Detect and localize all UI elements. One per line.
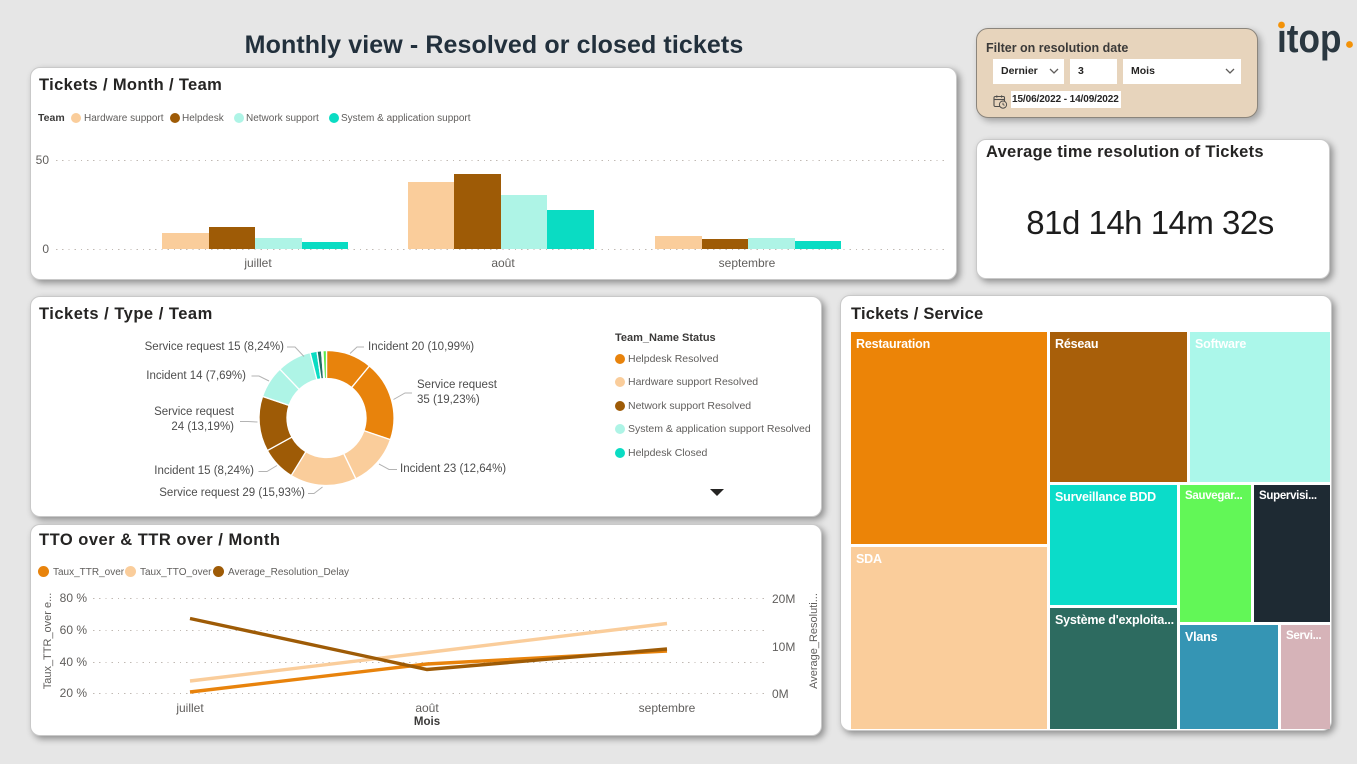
svg-text:ıtop: ıtop [1277,16,1341,61]
